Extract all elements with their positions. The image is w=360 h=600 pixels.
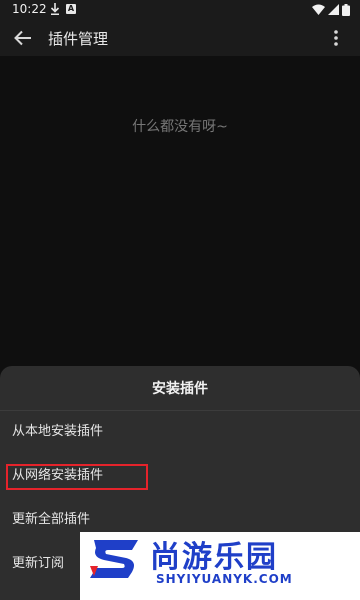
sheet-title: 安装插件 (152, 381, 208, 397)
watermark-name: 尚游乐园 (150, 540, 278, 575)
status-bar: 10:22 A (0, 0, 360, 20)
page-title: 插件管理 (48, 30, 109, 48)
a-badge-icon: A (66, 4, 76, 14)
watermark-domain: SHYIYUANYK.COM (156, 572, 293, 586)
app-bar: 插件管理 (0, 20, 360, 56)
more-vertical-icon[interactable] (329, 28, 343, 48)
watermark-logo-icon (90, 540, 138, 578)
status-time: 10:22 (12, 2, 47, 16)
wifi-icon (312, 4, 325, 15)
screen: 10:22 A 插件管理 什么都没有呀~ 安装插件 从本地安装插件 从网络安装插… (0, 0, 360, 600)
install-local-item[interactable]: 从本地安装插件 (0, 412, 360, 452)
download-icon (50, 3, 60, 15)
back-arrow-icon[interactable] (12, 27, 34, 49)
sheet-divider (0, 410, 360, 411)
signal-icon (328, 4, 339, 15)
battery-icon (342, 4, 350, 16)
watermark: 尚游乐园 SHYIYUANYK.COM (80, 532, 360, 600)
highlight-annotation (6, 464, 148, 490)
